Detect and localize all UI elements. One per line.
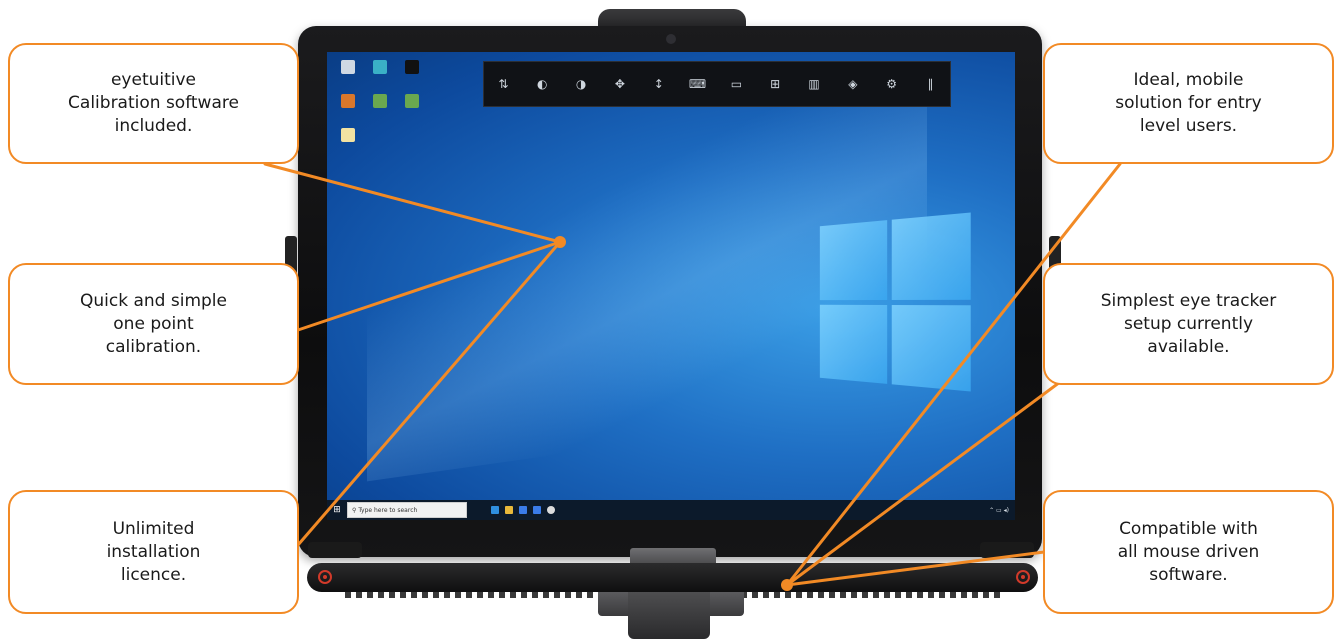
- callout-one-point-calibration: Quick and simple one point calibration.: [8, 263, 299, 385]
- connector-dot: [554, 236, 566, 248]
- callout-mouse-compatible: Compatible with all mouse driven softwar…: [1043, 490, 1334, 614]
- callout-text: Unlimited installation licence.: [107, 518, 201, 587]
- connector-dot: [781, 579, 793, 591]
- callout-mobile-solution: Ideal, mobile solution for entry level u…: [1043, 43, 1334, 164]
- callout-unlimited-licence: Unlimited installation licence.: [8, 490, 299, 614]
- callout-simplest-setup: Simplest eye tracker setup currently ava…: [1043, 263, 1334, 385]
- callout-text: Ideal, mobile solution for entry level u…: [1115, 69, 1261, 138]
- connector-line: [265, 164, 560, 242]
- callout-text: eyetuitive Calibration software included…: [68, 69, 239, 138]
- callout-text: Simplest eye tracker setup currently ava…: [1101, 290, 1276, 359]
- callout-calibration-software: eyetuitive Calibration software included…: [8, 43, 299, 164]
- callout-text: Compatible with all mouse driven softwar…: [1118, 518, 1260, 587]
- callout-text: Quick and simple one point calibration.: [80, 290, 227, 359]
